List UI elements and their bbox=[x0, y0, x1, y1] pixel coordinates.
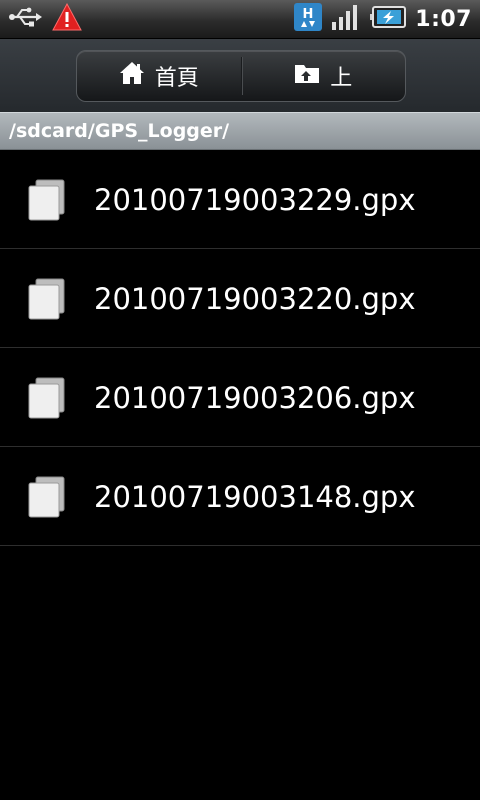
home-button-label: 首頁 bbox=[154, 66, 199, 91]
home-icon bbox=[119, 61, 145, 91]
usb-icon bbox=[8, 6, 42, 32]
file-name: 20100719003206.gpx bbox=[94, 381, 416, 415]
hspa-icon: H bbox=[293, 2, 323, 36]
status-bar-system: H 1:07 bbox=[293, 2, 472, 36]
file-icon bbox=[27, 179, 67, 221]
file-list-item[interactable]: 20100719003220.gpx bbox=[0, 249, 480, 348]
file-name: 20100719003220.gpx bbox=[94, 282, 416, 316]
file-icon bbox=[27, 476, 67, 518]
up-button-label: 上 bbox=[330, 66, 353, 91]
up-button[interactable]: 上 bbox=[242, 51, 406, 101]
navigation-button-group: 首頁 上 bbox=[76, 50, 406, 102]
file-icon bbox=[27, 377, 67, 419]
file-list-item[interactable]: 20100719003229.gpx bbox=[0, 150, 480, 249]
status-bar[interactable]: H 1:07 bbox=[0, 0, 480, 39]
file-list-item[interactable]: 20100719003148.gpx bbox=[0, 447, 480, 546]
network-type-label: H bbox=[303, 7, 314, 22]
signal-icon bbox=[331, 4, 361, 34]
file-list: 20100719003229.gpx 20100719003220.gpx 20… bbox=[0, 150, 480, 546]
current-path: /sdcard/GPS_Logger/ bbox=[9, 120, 230, 142]
warning-icon bbox=[52, 2, 82, 35]
folder-up-icon bbox=[294, 62, 320, 90]
file-name: 20100719003148.gpx bbox=[94, 480, 416, 514]
file-icon bbox=[27, 278, 67, 320]
battery-charging-icon bbox=[369, 5, 407, 33]
status-bar-notifications bbox=[8, 2, 82, 35]
file-name: 20100719003229.gpx bbox=[94, 183, 416, 217]
file-list-item[interactable]: 20100719003206.gpx bbox=[0, 348, 480, 447]
status-bar-clock: 1:07 bbox=[415, 6, 472, 32]
navigation-toolbar: 首頁 上 bbox=[0, 39, 480, 112]
home-button[interactable]: 首頁 bbox=[77, 51, 241, 101]
current-path-bar: /sdcard/GPS_Logger/ bbox=[0, 112, 480, 150]
